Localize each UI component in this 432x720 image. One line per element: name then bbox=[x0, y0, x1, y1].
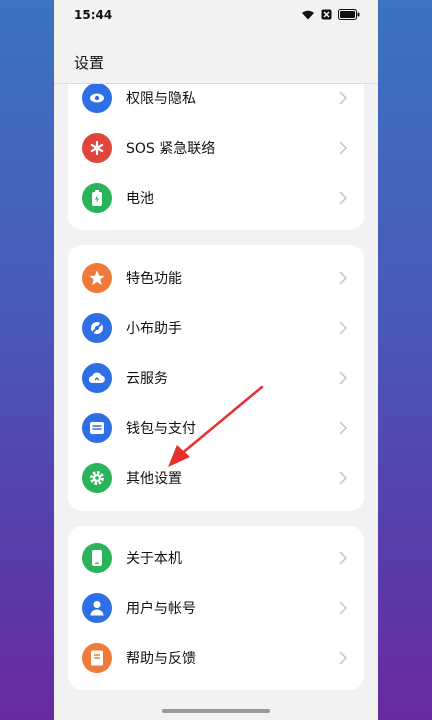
settings-item-label: 电池 bbox=[126, 191, 154, 207]
assistant-icon bbox=[82, 313, 112, 343]
sim-x-icon bbox=[321, 9, 332, 20]
cloud-icon bbox=[82, 363, 112, 393]
battery-icon bbox=[82, 183, 112, 213]
settings-item-label: 用户与帐号 bbox=[126, 601, 196, 617]
chevron-right-icon bbox=[339, 471, 348, 485]
settings-item-label: 权限与隐私 bbox=[126, 91, 196, 107]
gear-icon bbox=[82, 463, 112, 493]
chevron-right-icon bbox=[339, 141, 348, 155]
settings-item-assistant[interactable]: 小布助手 bbox=[68, 303, 364, 353]
settings-item-battery[interactable]: 电池 bbox=[68, 173, 364, 223]
settings-item-label: 关于本机 bbox=[126, 551, 182, 567]
status-time: 15:44 bbox=[74, 8, 113, 22]
settings-item-label: 小布助手 bbox=[126, 321, 182, 337]
phone-screen: 15:44 设置 权限与隐私 SOS 紧急联络 电池 特色功能 小布助手 云服务… bbox=[54, 0, 378, 720]
status-icons bbox=[301, 9, 360, 20]
settings-item-label: 帮助与反馈 bbox=[126, 651, 196, 667]
wifi-icon bbox=[302, 10, 314, 20]
header: 设置 bbox=[54, 30, 378, 84]
settings-card-3: 关于本机 用户与帐号 帮助与反馈 bbox=[68, 526, 364, 690]
chevron-right-icon bbox=[339, 551, 348, 565]
settings-item-about[interactable]: 关于本机 bbox=[68, 533, 364, 583]
settings-item-features[interactable]: 特色功能 bbox=[68, 253, 364, 303]
settings-item-account[interactable]: 用户与帐号 bbox=[68, 583, 364, 633]
annotation-arrow bbox=[168, 385, 264, 467]
help-book-icon bbox=[82, 643, 112, 673]
star-icon bbox=[82, 263, 112, 293]
settings-item-sos[interactable]: SOS 紧急联络 bbox=[68, 123, 364, 173]
wallet-icon bbox=[82, 413, 112, 443]
privacy-eye-icon bbox=[82, 83, 112, 113]
phone-icon bbox=[82, 543, 112, 573]
chevron-right-icon bbox=[339, 271, 348, 285]
settings-item-help[interactable]: 帮助与反馈 bbox=[68, 633, 364, 683]
chevron-right-icon bbox=[339, 601, 348, 615]
chevron-right-icon bbox=[339, 91, 348, 105]
settings-item-label: SOS 紧急联络 bbox=[126, 141, 216, 157]
chevron-right-icon bbox=[339, 421, 348, 435]
chevron-right-icon bbox=[339, 371, 348, 385]
user-icon bbox=[82, 593, 112, 623]
settings-item-label: 特色功能 bbox=[126, 271, 182, 287]
chevron-right-icon bbox=[339, 321, 348, 335]
status-bar: 15:44 bbox=[54, 0, 378, 30]
settings-card-1: 权限与隐私 SOS 紧急联络 电池 bbox=[68, 60, 364, 230]
home-indicator[interactable] bbox=[162, 709, 270, 713]
page-title: 设置 bbox=[74, 54, 105, 72]
sos-asterisk-icon bbox=[82, 133, 112, 163]
battery-status-icon bbox=[338, 9, 360, 20]
chevron-right-icon bbox=[339, 191, 348, 205]
chevron-right-icon bbox=[339, 651, 348, 665]
